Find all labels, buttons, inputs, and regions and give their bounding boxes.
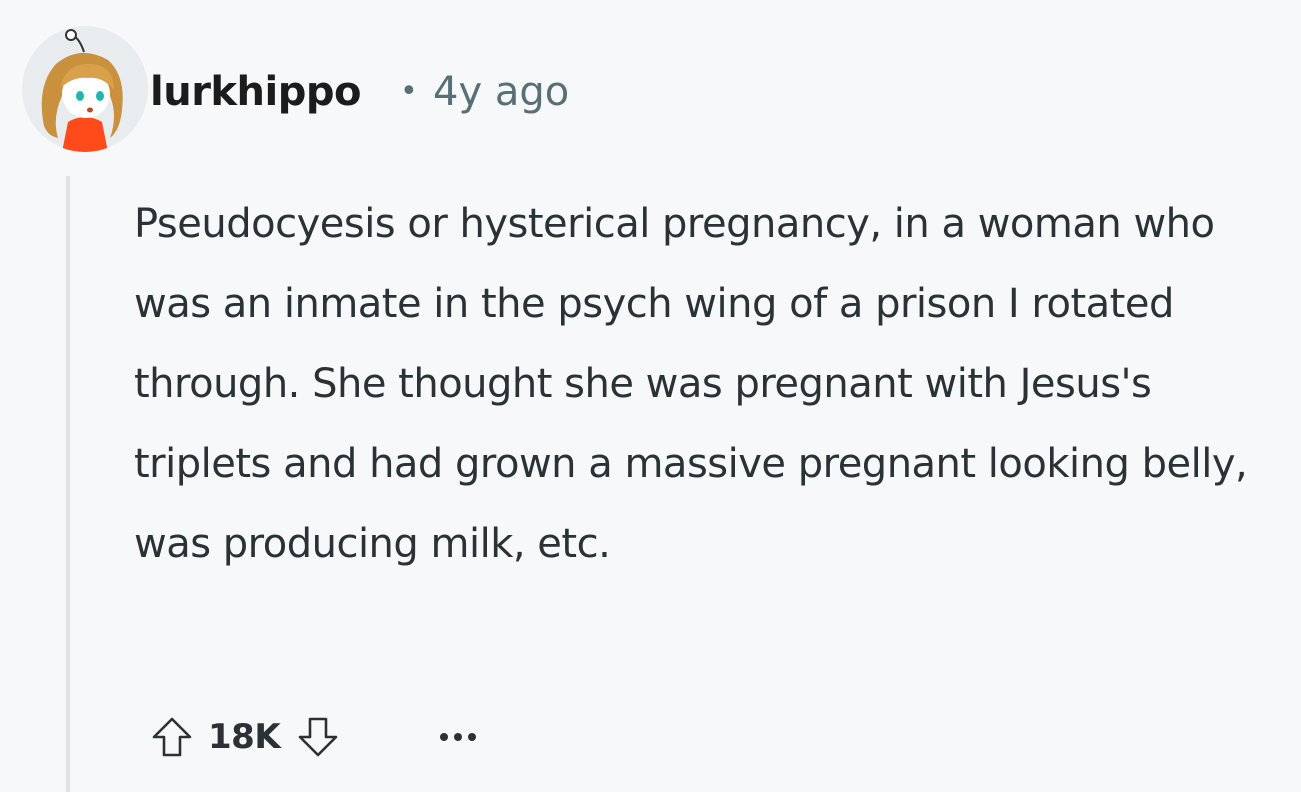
comment-body: Pseudocyesis or hysterical pregnancy, in… <box>134 201 1248 567</box>
more-options-icon <box>440 733 477 741</box>
arrow-down-icon <box>298 717 338 757</box>
more-options-button[interactable] <box>428 707 488 767</box>
vote-score: 18K <box>208 717 281 757</box>
author-username[interactable]: lurkhippo <box>150 66 361 118</box>
user-avatar[interactable] <box>22 26 148 152</box>
meta-separator: • <box>400 74 418 109</box>
snoo-avatar-icon <box>22 26 148 152</box>
downvote-button[interactable] <box>286 705 350 769</box>
comment-timestamp[interactable]: 4y ago <box>433 66 569 118</box>
arrow-up-icon <box>152 717 192 757</box>
comment: lurkhippo • 4y ago Pseudocyesis or hyste… <box>0 0 1301 792</box>
upvote-button[interactable] <box>140 705 204 769</box>
thread-line[interactable] <box>66 176 70 792</box>
comment-actions: 18K <box>140 702 488 772</box>
